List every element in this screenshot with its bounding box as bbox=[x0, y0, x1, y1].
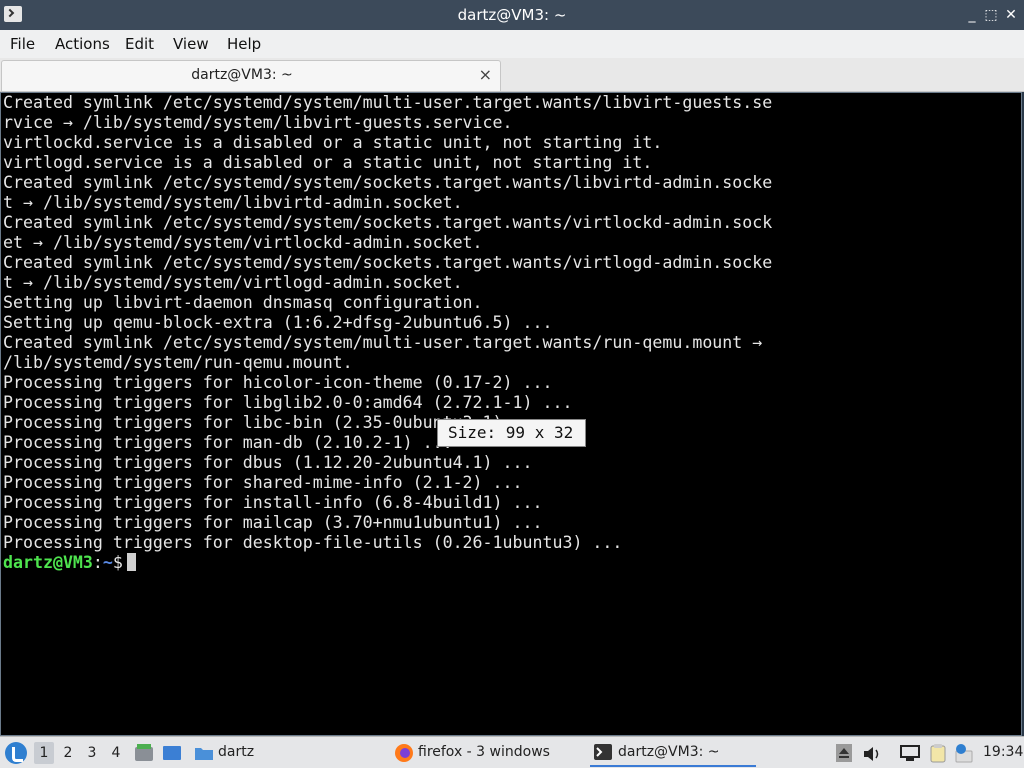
menu-view[interactable]: View bbox=[173, 35, 209, 53]
terminal-line: Processing triggers for install-info (6.… bbox=[3, 493, 543, 512]
minimize-button[interactable]: _ bbox=[964, 7, 980, 23]
terminal-line: virtlogd.service is a disabled or a stat… bbox=[3, 153, 653, 172]
menu-edit[interactable]: Edit bbox=[125, 35, 154, 53]
tab-terminal[interactable]: dartz@VM3: ~ × bbox=[1, 60, 501, 91]
eject-icon[interactable] bbox=[836, 744, 852, 762]
terminal-line: Processing triggers for dbus (1.12.20-2u… bbox=[3, 453, 533, 472]
terminal-line: rvice → /lib/systemd/system/libvirt-gues… bbox=[3, 113, 513, 132]
close-button[interactable]: ✕ bbox=[1003, 7, 1019, 23]
text-cursor bbox=[126, 553, 136, 571]
terminal-line: Created symlink /etc/systemd/system/sock… bbox=[3, 173, 773, 192]
menu-actions[interactable]: Actions bbox=[55, 35, 110, 53]
prompt-symbol: $ bbox=[112, 553, 123, 572]
terminal-output[interactable]: Created symlink /etc/systemd/system/mult… bbox=[0, 92, 1022, 736]
terminal-line: virtlockd.service is a disabled or a sta… bbox=[3, 133, 663, 152]
terminal-line: Processing triggers for libglib2.0-0:amd… bbox=[3, 393, 573, 412]
maximize-button[interactable]: ⬚ bbox=[983, 7, 999, 23]
size-tooltip: Size: 99 x 32 bbox=[437, 419, 586, 447]
folder-icon bbox=[195, 748, 213, 760]
terminal-line: et → /lib/systemd/system/virtlockd-admin… bbox=[3, 233, 483, 252]
menu-file[interactable]: File bbox=[10, 35, 35, 53]
clock[interactable]: 19:34 bbox=[983, 744, 1023, 760]
terminal-line: Setting up qemu-block-extra (1:6.2+dfsg-… bbox=[3, 313, 553, 332]
file-manager-launcher-icon[interactable] bbox=[134, 743, 154, 763]
menubar: File Actions Edit View Help bbox=[0, 30, 1024, 59]
terminal-line: Processing triggers for man-db (2.10.2-1… bbox=[3, 433, 453, 452]
workspace-4[interactable]: 4 bbox=[106, 742, 126, 764]
tab-bar: dartz@VM3: ~ × bbox=[0, 58, 1024, 92]
workspace-1[interactable]: 1 bbox=[34, 742, 54, 764]
terminal-line: t → /lib/systemd/system/libvirtd-admin.s… bbox=[3, 193, 463, 212]
window-title: dartz@VM3: ~ bbox=[457, 6, 567, 24]
workspace-3[interactable]: 3 bbox=[82, 742, 102, 764]
update-notifier-icon[interactable] bbox=[954, 743, 974, 763]
terminal-task-icon bbox=[594, 744, 612, 760]
start-menu-icon[interactable] bbox=[5, 742, 27, 764]
volume-icon[interactable] bbox=[862, 745, 882, 763]
terminal-line: Processing triggers for mailcap (3.70+nm… bbox=[3, 513, 543, 532]
prompt-user-host: dartz@VM3 bbox=[3, 553, 93, 572]
tab-close-icon[interactable]: × bbox=[479, 65, 492, 84]
prompt-path: ~ bbox=[102, 553, 113, 572]
terminal-line: /lib/systemd/system/run-qemu.mount. bbox=[3, 353, 353, 372]
network-icon[interactable] bbox=[900, 744, 920, 762]
terminal-line: t → /lib/systemd/system/virtlogd-admin.s… bbox=[3, 273, 463, 292]
workspace-2[interactable]: 2 bbox=[58, 742, 78, 764]
taskbar: 1 2 3 4 dartz firefox - 3 windows dartz@… bbox=[0, 736, 1024, 768]
terminal-line: Processing triggers for shared-mime-info… bbox=[3, 473, 523, 492]
terminal-line: Created symlink /etc/systemd/system/mult… bbox=[3, 333, 763, 352]
clipboard-icon[interactable] bbox=[928, 743, 948, 763]
terminal-line: Created symlink /etc/systemd/system/sock… bbox=[3, 213, 773, 232]
terminal-prompt[interactable]: dartz@VM3:~$ bbox=[3, 553, 136, 573]
terminal-line: Created symlink /etc/systemd/system/sock… bbox=[3, 253, 773, 272]
terminal-line: Setting up libvirt-daemon dnsmasq config… bbox=[3, 293, 483, 312]
task-firefox[interactable]: firefox - 3 windows bbox=[418, 744, 550, 760]
firefox-icon bbox=[395, 744, 413, 762]
task-terminal[interactable]: dartz@VM3: ~ bbox=[590, 739, 756, 767]
task-terminal-label: dartz@VM3: ~ bbox=[618, 744, 720, 760]
terminal-line: Created symlink /etc/systemd/system/mult… bbox=[3, 93, 773, 112]
terminal-line: Processing triggers for hicolor-icon-the… bbox=[3, 373, 553, 392]
show-desktop-icon[interactable] bbox=[162, 743, 182, 763]
tab-title: dartz@VM3: ~ bbox=[191, 67, 293, 83]
task-folder-dartz[interactable]: dartz bbox=[218, 744, 254, 760]
window-titlebar[interactable]: dartz@VM3: ~ _ ⬚ ✕ bbox=[0, 0, 1024, 30]
prompt-separator: : bbox=[92, 553, 103, 572]
terminal-line: Processing triggers for desktop-file-uti… bbox=[3, 533, 623, 552]
menu-help[interactable]: Help bbox=[227, 35, 261, 53]
